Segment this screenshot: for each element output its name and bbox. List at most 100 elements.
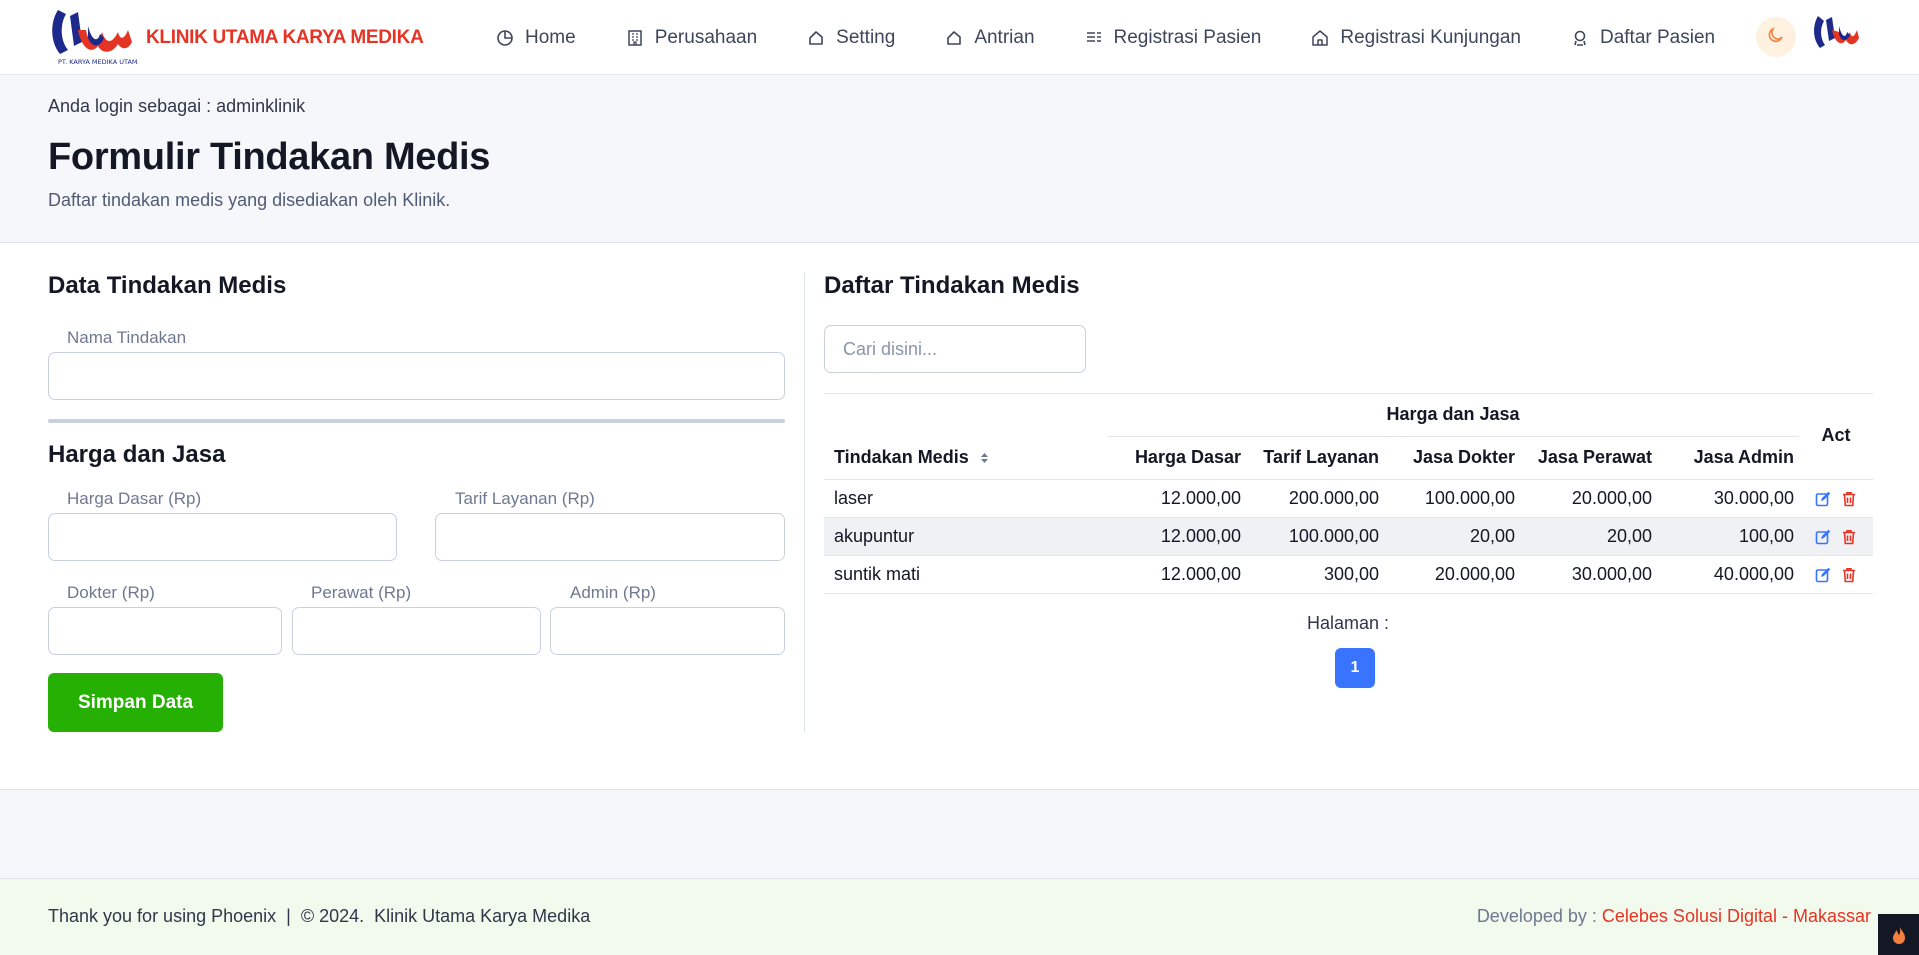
- footer-copyright: Thank you for using Phoenix | © 2024. Kl…: [48, 906, 590, 927]
- col-jasa-perawat: Jasa Perawat: [1520, 436, 1657, 480]
- cell-tarif-layanan: 300,00: [1246, 555, 1384, 594]
- clinic-logo: PT. KARYA MEDIKA UTAMA: [48, 2, 143, 74]
- login-info: Anda login sebagai : adminklinik: [48, 96, 306, 116]
- brand-name[interactable]: KLINIK UTAMA KARYA MEDIKA: [146, 27, 424, 49]
- nama-tindakan-label: Nama Tindakan: [67, 328, 187, 347]
- cell-tindakan: akupuntur: [824, 517, 1107, 556]
- main-menu: Home Perusahaan Setting Antrian Registra…: [496, 0, 1765, 75]
- dokter-label: Dokter (Rp): [67, 583, 155, 602]
- col-harga-dasar: Harga Dasar: [1107, 436, 1246, 480]
- tag-icon: [807, 29, 825, 47]
- edit-icon[interactable]: [1815, 491, 1831, 507]
- cell-jasa-perawat: 20.000,00: [1520, 479, 1657, 518]
- nav-registrasi-kunjungan-label: Registrasi Kunjungan: [1340, 26, 1521, 48]
- page-1-button[interactable]: 1: [1335, 648, 1375, 688]
- form-section-title: Data Tindakan Medis: [48, 272, 287, 299]
- list-section-title: Daftar Tindakan Medis: [824, 272, 1080, 299]
- search-input[interactable]: [824, 325, 1086, 373]
- logo-caption: PT. KARYA MEDIKA UTAMA: [58, 58, 138, 66]
- save-button[interactable]: Simpan Data: [48, 673, 223, 732]
- cell-act: [1799, 517, 1873, 556]
- form-separator: [48, 419, 785, 423]
- pagination-label: Halaman :: [1307, 613, 1390, 633]
- cell-act: [1799, 479, 1873, 518]
- table-row: laser 12.000,00 200.000,00 100.000,00 20…: [824, 479, 1873, 518]
- column-divider: [804, 273, 805, 733]
- nav-perusahaan[interactable]: Perusahaan: [626, 27, 757, 49]
- nav-daftar-pasien-label: Daftar Pasien: [1599, 26, 1716, 48]
- cell-jasa-dokter: 100.000,00: [1384, 479, 1520, 518]
- nav-home[interactable]: Home: [496, 27, 576, 49]
- table-row: akupuntur 12.000,00 100.000,00 20,00 20,…: [824, 517, 1873, 556]
- nav-registrasi-pasien[interactable]: Registrasi Pasien: [1085, 26, 1262, 49]
- avatar[interactable]: [1810, 8, 1866, 64]
- building-icon: [626, 29, 644, 47]
- table-row: suntik mati 12.000,00 300,00 20.000,00 3…: [824, 555, 1873, 594]
- nav-setting-label: Setting: [836, 26, 896, 48]
- sort-icon[interactable]: [980, 448, 989, 469]
- cell-tindakan: suntik mati: [824, 555, 1107, 594]
- home-icon: [1311, 29, 1329, 47]
- cell-jasa-perawat: 20,00: [1520, 517, 1657, 556]
- footer-left-text: Thank you for using Phoenix | © 2024. Kl…: [48, 906, 591, 926]
- page-title: Formulir Tindakan Medis: [48, 136, 491, 178]
- cell-tarif-layanan: 200.000,00: [1246, 479, 1384, 518]
- harga-section-title: Harga dan Jasa: [48, 441, 226, 468]
- user-badge-icon: [1571, 29, 1589, 47]
- perawat-label: Perawat (Rp): [311, 583, 412, 602]
- page-subtitle: Daftar tindakan medis yang disediakan ol…: [48, 190, 451, 210]
- footer-dev-prefix: Developed by :: [1476, 906, 1602, 926]
- cell-jasa-admin: 30.000,00: [1657, 479, 1799, 518]
- admin-label: Admin (Rp): [570, 583, 656, 602]
- nav-daftar-pasien[interactable]: Daftar Pasien: [1571, 27, 1715, 49]
- top-navbar: PT. KARYA MEDIKA UTAMA KLINIK UTAMA KARY…: [0, 0, 1919, 75]
- footer-developer: Developed by : Celebes Solusi Digital - …: [1477, 906, 1871, 927]
- pie-chart-icon: [496, 29, 514, 47]
- nama-tindakan-input[interactable]: [48, 352, 785, 400]
- nav-antrian-label: Antrian: [974, 26, 1035, 48]
- cell-jasa-perawat: 30.000,00: [1520, 555, 1657, 594]
- dokter-input[interactable]: [48, 607, 282, 655]
- nav-antrian[interactable]: Antrian: [945, 26, 1035, 49]
- tarif-layanan-label: Tarif Layanan (Rp): [455, 489, 595, 508]
- developer-link[interactable]: Celebes Solusi Digital - Makassar: [1602, 906, 1871, 926]
- cell-harga-dasar: 12.000,00: [1107, 517, 1246, 556]
- cell-jasa-admin: 100,00: [1657, 517, 1799, 556]
- nav-setting[interactable]: Setting: [807, 27, 895, 49]
- delete-icon[interactable]: [1841, 567, 1857, 583]
- moon-icon: [1767, 26, 1785, 49]
- harga-dasar-label: Harga Dasar (Rp): [67, 489, 202, 508]
- col-tindakan-medis-label: Tindakan Medis: [834, 446, 969, 467]
- edit-icon[interactable]: [1815, 567, 1831, 583]
- col-act: Act: [1799, 393, 1873, 480]
- col-tarif-layanan: Tarif Layanan: [1246, 436, 1384, 480]
- nav-registrasi-pasien-label: Registrasi Pasien: [1113, 26, 1262, 48]
- col-jasa-dokter: Jasa Dokter: [1384, 436, 1520, 480]
- cell-tindakan: laser: [824, 479, 1107, 518]
- group-harga-jasa: Harga dan Jasa: [1107, 393, 1799, 437]
- delete-icon[interactable]: [1841, 529, 1857, 545]
- nav-perusahaan-label: Perusahaan: [654, 26, 758, 48]
- list-icon: [1085, 29, 1103, 47]
- cell-harga-dasar: 12.000,00: [1107, 479, 1246, 518]
- edit-icon[interactable]: [1815, 529, 1831, 545]
- theme-toggle-button[interactable]: [1756, 17, 1796, 57]
- cell-harga-dasar: 12.000,00: [1107, 555, 1246, 594]
- brand[interactable]: PT. KARYA MEDIKA UTAMA KLINIK UTAMA KARY…: [48, 0, 424, 75]
- col-tindakan-medis[interactable]: Tindakan Medis: [824, 393, 1107, 480]
- cell-jasa-dokter: 20,00: [1384, 517, 1520, 556]
- fire-icon[interactable]: [1878, 914, 1919, 955]
- cell-tarif-layanan: 100.000,00: [1246, 517, 1384, 556]
- delete-icon[interactable]: [1841, 491, 1857, 507]
- tag-icon: [945, 29, 963, 47]
- cell-jasa-dokter: 20.000,00: [1384, 555, 1520, 594]
- tarif-layanan-input[interactable]: [435, 513, 785, 561]
- perawat-input[interactable]: [292, 607, 541, 655]
- harga-dasar-input[interactable]: [48, 513, 397, 561]
- admin-input[interactable]: [550, 607, 785, 655]
- tindakan-table: Tindakan Medis Harga dan Jasa Act Harga …: [824, 393, 1873, 594]
- nav-registrasi-kunjungan[interactable]: Registrasi Kunjungan: [1311, 27, 1521, 49]
- nav-home-label: Home: [525, 26, 576, 48]
- cell-act: [1799, 555, 1873, 594]
- cell-jasa-admin: 40.000,00: [1657, 555, 1799, 594]
